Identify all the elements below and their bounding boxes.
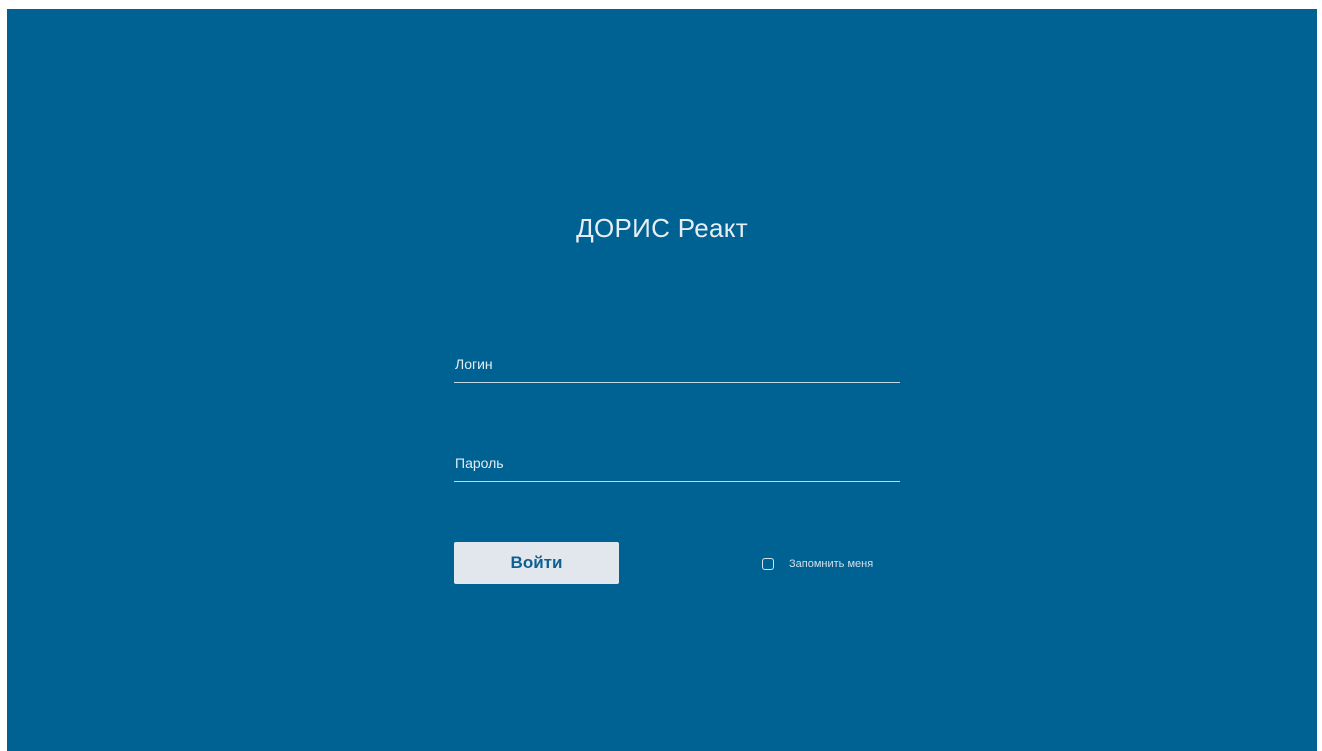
login-screen: ДОРИС Реакт Войти Запомнить меня: [7, 9, 1317, 751]
remember-me-toggle[interactable]: Запомнить меня: [762, 556, 873, 571]
app-title: ДОРИС Реакт: [576, 213, 748, 243]
password-field-wrapper: [454, 449, 900, 482]
login-field-wrapper: [454, 350, 900, 383]
login-button[interactable]: Войти: [454, 542, 619, 584]
login-input[interactable]: [454, 352, 900, 382]
remember-me-checkbox[interactable]: [762, 557, 774, 570]
remember-me-label: Запомнить меня: [789, 557, 874, 570]
password-input[interactable]: [454, 451, 900, 481]
